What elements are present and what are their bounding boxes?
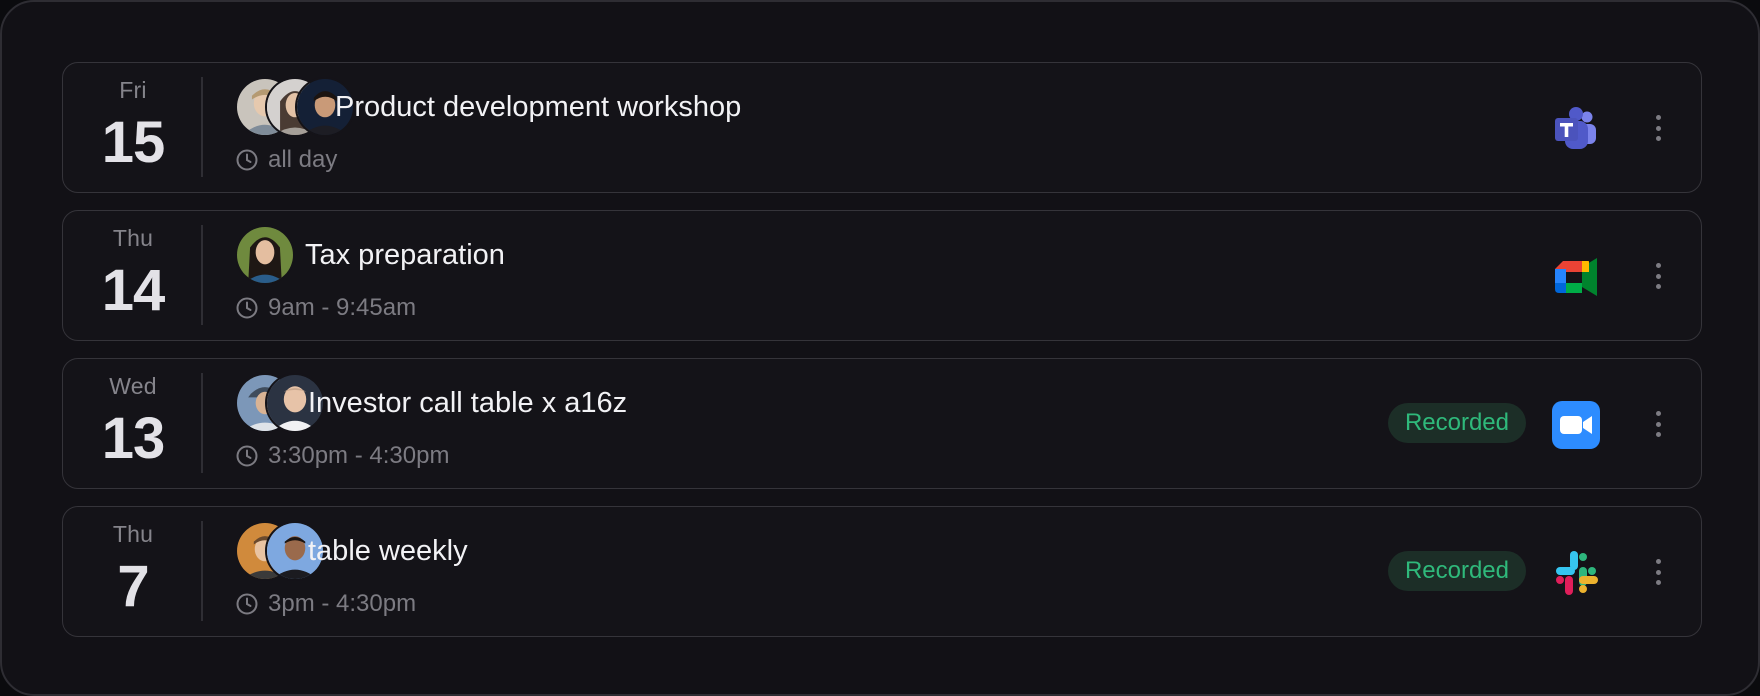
clock-icon — [236, 445, 258, 467]
event-time: 9am - 9:45am — [235, 294, 417, 321]
more-options-button[interactable] — [1649, 109, 1667, 147]
event-list: Fri 15 Product development workshop all … — [62, 62, 1702, 654]
event-time: 3:30pm - 4:30pm — [235, 442, 450, 469]
event-day-number: 15 — [101, 110, 166, 175]
event-weekday: Wed — [109, 373, 157, 399]
recorded-badge: Recorded — [1387, 403, 1526, 443]
event-date: Fri 15 — [63, 63, 203, 192]
event-card[interactable]: Fri 15 Product development workshop all … — [62, 62, 1702, 193]
event-title: Product development workshop — [335, 91, 742, 123]
event-card[interactable]: Thu 14 Tax preparation 9am - 9:45am — [62, 210, 1702, 341]
event-day-number: 14 — [101, 258, 166, 323]
event-date: Wed 13 — [63, 359, 203, 488]
event-card[interactable]: Thu 7 table weekly 3pm - 4:30pm Recorded — [62, 506, 1702, 637]
event-title: table weekly — [308, 535, 468, 567]
event-list-panel: Fri 15 Product development workshop all … — [0, 0, 1760, 696]
event-title: Tax preparation — [305, 239, 505, 271]
event-date: Thu 14 — [63, 211, 203, 340]
more-options-button[interactable] — [1649, 553, 1667, 591]
event-day-number: 7 — [117, 554, 149, 619]
event-weekday: Thu — [112, 225, 154, 251]
event-title: Investor call table x a16z — [308, 387, 628, 419]
event-time-label: 3:30pm - 4:30pm — [268, 442, 450, 469]
event-time-label: 9am - 9:45am — [268, 294, 417, 321]
slack-icon[interactable] — [1551, 548, 1601, 598]
divider — [201, 225, 203, 325]
divider — [201, 373, 203, 473]
event-time-label: 3pm - 4:30pm — [268, 590, 417, 617]
divider — [201, 521, 203, 621]
event-card[interactable]: Wed 13 Investor call table x a16z 3:30pm… — [62, 358, 1702, 489]
event-weekday: Fri — [119, 77, 147, 103]
event-weekday: Thu — [112, 521, 154, 547]
more-options-button[interactable] — [1649, 405, 1667, 443]
google-meet-icon[interactable] — [1551, 252, 1601, 302]
event-day-number: 13 — [101, 406, 166, 471]
avatar — [235, 225, 295, 285]
more-options-button[interactable] — [1649, 257, 1667, 295]
event-time: all day — [235, 146, 338, 173]
recorded-badge: Recorded — [1387, 551, 1526, 591]
clock-icon — [236, 297, 258, 319]
clock-icon — [236, 593, 258, 615]
event-time: 3pm - 4:30pm — [235, 590, 417, 617]
event-time-label: all day — [268, 146, 338, 173]
divider — [201, 77, 203, 177]
clock-icon — [236, 149, 258, 171]
event-date: Thu 7 — [63, 507, 203, 636]
zoom-icon[interactable] — [1551, 400, 1601, 450]
microsoft-teams-icon[interactable] — [1551, 104, 1601, 154]
